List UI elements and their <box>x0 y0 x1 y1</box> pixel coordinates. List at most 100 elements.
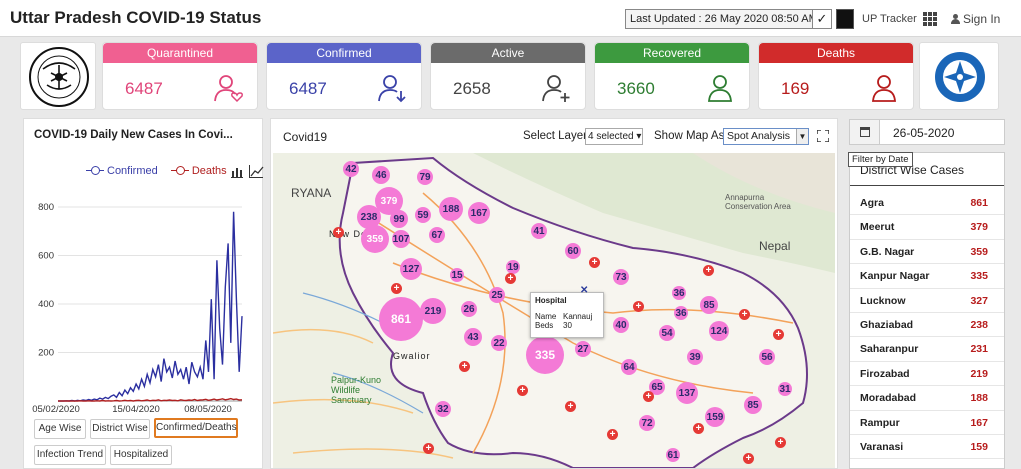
case-cluster-marker[interactable]: 359 <box>361 225 389 253</box>
case-cluster-marker[interactable]: 43 <box>464 328 482 346</box>
hospital-marker-icon[interactable]: + <box>391 283 402 294</box>
district-row[interactable]: Rampur 167 <box>850 411 1004 435</box>
hospital-marker-icon[interactable]: + <box>775 437 786 448</box>
hospital-marker-icon[interactable]: + <box>505 273 516 284</box>
case-cluster-marker[interactable]: 137 <box>676 382 698 404</box>
case-cluster-marker[interactable]: 42 <box>343 161 359 177</box>
hospital-marker-icon[interactable]: + <box>703 265 714 276</box>
fullscreen-icon[interactable] <box>817 130 829 142</box>
case-cluster-marker[interactable]: 41 <box>531 223 547 239</box>
covid-map[interactable]: RYANA New Delhi Nepal Annapurna Conserva… <box>273 153 835 468</box>
layer-select[interactable]: 4 selected ▾ <box>585 128 643 145</box>
case-cluster-marker[interactable]: 335 <box>526 336 564 374</box>
case-cluster-marker[interactable]: 61 <box>666 448 680 462</box>
district-row[interactable]: Lucknow 327 <box>850 289 1004 313</box>
case-cluster-marker[interactable]: 40 <box>613 317 629 333</box>
hospital-marker-icon[interactable]: + <box>565 401 576 412</box>
theme-color-swatch[interactable] <box>836 9 854 29</box>
case-cluster-marker[interactable]: 79 <box>417 169 433 185</box>
case-cluster-marker[interactable]: 159 <box>705 407 725 427</box>
card-recovered[interactable]: Recovered 3660 <box>594 42 750 110</box>
case-cluster-marker[interactable]: 46 <box>372 166 390 184</box>
district-count: 167 <box>970 416 988 429</box>
hospital-marker-icon[interactable]: + <box>607 429 618 440</box>
check-toggle-button[interactable]: ✓ <box>812 9 832 29</box>
card-confirmed[interactable]: Confirmed 6487 <box>266 42 422 110</box>
marker-count: 25 <box>491 289 503 301</box>
card-active[interactable]: Active 2658 <box>430 42 586 110</box>
case-cluster-marker[interactable]: 26 <box>461 301 477 317</box>
card-deaths[interactable]: Deaths 169 <box>758 42 914 110</box>
district-row[interactable]: G.B. Nagar 359 <box>850 240 1004 265</box>
case-cluster-marker[interactable]: 39 <box>687 349 703 365</box>
hospital-marker-icon[interactable]: + <box>693 423 704 434</box>
legend-deaths[interactable]: Deaths <box>170 165 227 177</box>
hospital-marker-icon[interactable]: + <box>333 227 344 238</box>
hospital-marker-icon[interactable]: + <box>423 443 434 454</box>
tab-district-wise[interactable]: District Wise <box>90 419 150 439</box>
district-row[interactable]: Meerut 379 <box>850 215 1004 240</box>
case-cluster-marker[interactable]: 67 <box>429 227 445 243</box>
case-cluster-marker[interactable]: 124 <box>709 321 729 341</box>
case-cluster-marker[interactable]: 19 <box>506 260 520 274</box>
legend-confirmed[interactable]: Confirmed <box>86 165 158 177</box>
hospital-marker-icon[interactable]: + <box>743 453 754 464</box>
case-cluster-marker[interactable]: 54 <box>659 325 675 341</box>
case-cluster-marker[interactable]: 107 <box>392 230 410 248</box>
apps-grid-icon[interactable] <box>923 12 937 26</box>
case-cluster-marker[interactable]: 56 <box>759 349 775 365</box>
case-cluster-marker[interactable]: 31 <box>778 382 792 396</box>
case-cluster-marker[interactable]: 59 <box>415 207 431 223</box>
case-cluster-marker[interactable]: 127 <box>400 258 422 280</box>
card-quarantined[interactable]: Quarantined 6487 <box>102 42 258 110</box>
district-row[interactable]: Saharanpur 231 <box>850 337 1004 362</box>
case-cluster-marker[interactable]: 25 <box>489 287 505 303</box>
district-name: Firozabad <box>860 367 910 380</box>
case-cluster-marker[interactable]: 219 <box>420 298 446 324</box>
district-row[interactable]: Ghaziabad 238 <box>850 313 1004 338</box>
case-cluster-marker[interactable]: 27 <box>575 341 591 357</box>
calendar-icon[interactable] <box>850 120 880 144</box>
tab-age-wise[interactable]: Age Wise <box>34 419 86 439</box>
hospital-marker-icon[interactable]: + <box>739 309 750 320</box>
bar-chart-icon[interactable] <box>231 167 243 178</box>
case-cluster-marker[interactable]: 861 <box>379 297 423 341</box>
marker-count: 56 <box>761 351 773 363</box>
tab-confirmed-deaths[interactable]: Confirmed/Deaths <box>154 418 238 438</box>
hospital-marker-icon[interactable]: + <box>643 391 654 402</box>
district-row[interactable]: Moradabad 188 <box>850 386 1004 411</box>
district-row[interactable]: Varanasi 159 <box>850 435 1004 460</box>
case-cluster-marker[interactable]: 32 <box>435 401 451 417</box>
case-cluster-marker[interactable]: 99 <box>390 210 408 228</box>
district-row[interactable]: Firozabad 219 <box>850 362 1004 387</box>
map-type-select[interactable]: Spot Analysis ▼ <box>723 128 809 145</box>
case-cluster-marker[interactable]: 60 <box>565 243 581 259</box>
case-cluster-marker[interactable]: 36 <box>672 286 686 300</box>
hospital-marker-icon[interactable]: + <box>773 329 784 340</box>
tab-hospitalized[interactable]: Hospitalized <box>110 445 172 465</box>
marker-count: 31 <box>779 383 791 395</box>
line-chart-icon[interactable] <box>249 165 264 178</box>
hospital-marker-icon[interactable]: + <box>517 385 528 396</box>
case-cluster-marker[interactable]: 64 <box>621 359 637 375</box>
case-cluster-marker[interactable]: 85 <box>744 396 762 414</box>
case-cluster-marker[interactable]: 188 <box>439 197 463 221</box>
case-cluster-marker[interactable]: 73 <box>613 269 629 285</box>
district-row[interactable]: Agra 861 <box>850 191 1004 216</box>
case-cluster-marker[interactable]: 72 <box>639 415 655 431</box>
case-cluster-marker[interactable]: 85 <box>700 296 718 314</box>
case-cluster-marker[interactable]: 15 <box>450 268 464 282</box>
marker-count: 46 <box>375 169 387 181</box>
case-cluster-marker[interactable]: 36 <box>674 306 688 320</box>
tab-infection-trend[interactable]: Infection Trend <box>34 445 106 465</box>
hospital-marker-icon[interactable]: + <box>459 361 470 372</box>
case-cluster-marker[interactable]: 167 <box>468 202 490 224</box>
close-icon[interactable]: ✕ <box>580 285 588 296</box>
sign-in-link[interactable]: Sign In <box>951 12 1000 26</box>
hospital-marker-icon[interactable]: + <box>633 301 644 312</box>
case-cluster-marker[interactable]: 22 <box>491 335 507 351</box>
hospital-marker-icon[interactable]: + <box>589 257 600 268</box>
up-tracker-link[interactable]: UP Tracker <box>862 13 917 25</box>
district-row[interactable]: Kanpur Nagar 335 <box>850 264 1004 289</box>
date-filter-input[interactable]: 26-05-2020 <box>849 119 1005 145</box>
